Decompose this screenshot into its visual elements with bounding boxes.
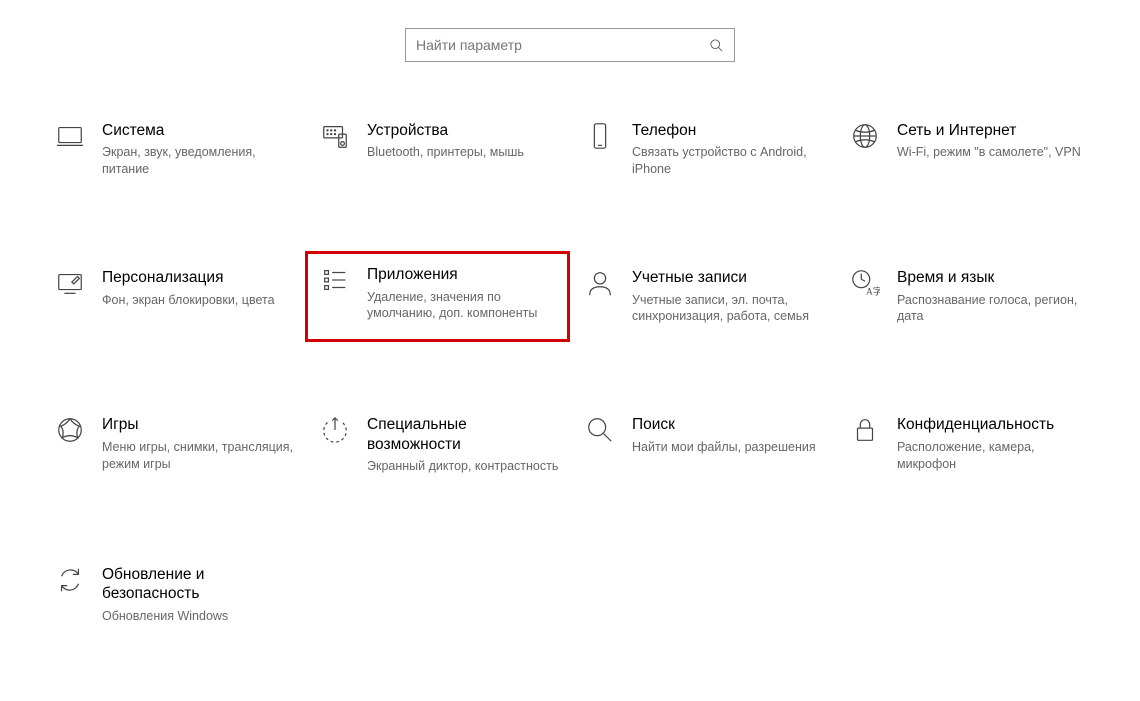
tile-title: Учетные записи (632, 268, 825, 287)
tile-desc: Распознавание голоса, регион, дата (897, 292, 1090, 326)
tile-personalization[interactable]: Персонализация Фон, экран блокировки, цв… (40, 254, 305, 339)
tile-search[interactable]: Поиск Найти мои файлы, разрешения (570, 401, 835, 489)
tile-system[interactable]: Система Экран, звук, уведомления, питани… (40, 107, 305, 192)
tile-update[interactable]: Обновление и безопасность Обновления Win… (40, 551, 305, 639)
accounts-icon (582, 268, 618, 304)
phone-icon (582, 121, 618, 157)
tile-title: Поиск (632, 415, 825, 434)
tile-ease-of-access[interactable]: Специальные возможности Экранный диктор,… (305, 401, 570, 489)
tile-desc: Учетные записи, эл. почта, синхронизация… (632, 292, 825, 326)
system-icon (52, 121, 88, 157)
globe-icon (847, 121, 883, 157)
tile-title: Приложения (367, 265, 560, 284)
time-language-icon: A字 (847, 268, 883, 304)
tile-title: Устройства (367, 121, 560, 140)
tile-privacy[interactable]: Конфиденциальность Расположение, камера,… (835, 401, 1100, 489)
tile-desc: Удаление, значения по умолчанию, доп. ко… (367, 289, 560, 323)
tile-desc: Фон, экран блокировки, цвета (102, 292, 295, 309)
tile-desc: Экранный диктор, контрастность (367, 458, 560, 475)
tile-title: Игры (102, 415, 295, 434)
tile-title: Конфиденциальность (897, 415, 1090, 434)
tile-time-language[interactable]: A字 Время и язык Распознавание голоса, ре… (835, 254, 1100, 339)
devices-icon (317, 121, 353, 157)
tile-phone[interactable]: Телефон Связать устройство с Android, iP… (570, 107, 835, 192)
tile-desc: Wi-Fi, режим "в самолете", VPN (897, 144, 1090, 161)
tile-devices[interactable]: Устройства Bluetooth, принтеры, мышь (305, 107, 570, 192)
ease-of-access-icon (317, 415, 353, 451)
tile-accounts[interactable]: Учетные записи Учетные записи, эл. почта… (570, 254, 835, 339)
tile-network[interactable]: Сеть и Интернет Wi-Fi, режим "в самолете… (835, 107, 1100, 192)
lock-icon (847, 415, 883, 451)
tile-desc: Расположение, камера, микрофон (897, 439, 1090, 473)
tile-title: Персонализация (102, 268, 295, 287)
apps-icon (317, 265, 353, 301)
tile-desc: Экран, звук, уведомления, питание (102, 144, 295, 178)
tile-title: Телефон (632, 121, 825, 140)
personalization-icon (52, 268, 88, 304)
search-tile-icon (582, 415, 618, 451)
tile-desc: Найти мои файлы, разрешения (632, 439, 825, 456)
tile-title: Обновление и безопасность (102, 565, 295, 604)
tile-title: Сеть и Интернет (897, 121, 1090, 140)
tile-title: Время и язык (897, 268, 1090, 287)
gaming-icon (52, 415, 88, 451)
update-icon (52, 565, 88, 601)
tile-desc: Обновления Windows (102, 608, 295, 625)
search-container (0, 0, 1140, 107)
search-input[interactable] (416, 37, 709, 53)
tile-desc: Bluetooth, принтеры, мышь (367, 144, 560, 161)
tile-title: Специальные возможности (367, 415, 560, 454)
tile-title: Система (102, 121, 295, 140)
search-icon (709, 38, 724, 53)
tile-apps[interactable]: Приложения Удаление, значения по умолчан… (305, 251, 570, 342)
tile-desc: Меню игры, снимки, трансляция, режим игр… (102, 439, 295, 473)
tile-desc: Связать устройство с Android, iPhone (632, 144, 825, 178)
svg-text:A字: A字 (866, 285, 880, 297)
settings-grid: Система Экран, звук, уведомления, питани… (0, 107, 1140, 701)
search-box[interactable] (405, 28, 735, 62)
tile-gaming[interactable]: Игры Меню игры, снимки, трансляция, режи… (40, 401, 305, 489)
